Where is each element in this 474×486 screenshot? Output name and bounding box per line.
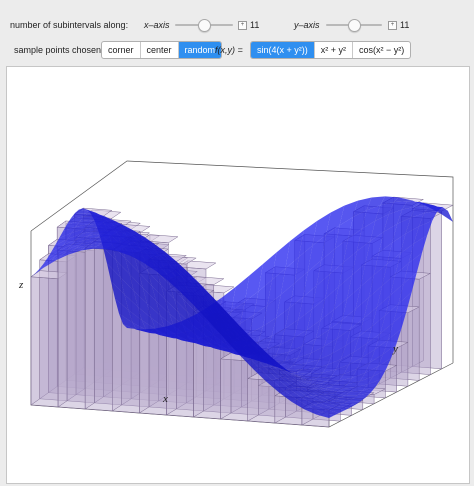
function-option-2[interactable]: cos(x² − y²) <box>353 42 410 58</box>
function-label: f(x,y) = <box>215 45 243 55</box>
x-expand-icon[interactable]: + <box>238 21 247 30</box>
y-axis-label: y–axis <box>294 20 320 30</box>
box-side-face <box>84 241 95 410</box>
box-side-face <box>30 270 40 406</box>
box-side-face <box>247 372 259 422</box>
sample-option-1[interactable]: center <box>141 42 179 58</box>
function-option-1[interactable]: x² + y² <box>315 42 354 58</box>
function-selector[interactable]: sin(4(x + y²)) x² + y² cos(x² − y²) <box>250 41 412 59</box>
sample-points-label: sample points chosen <box>14 45 102 55</box>
riemann-sum-3d-plot[interactable] <box>7 67 469 483</box>
subintervals-row: number of subintervals along: x–axis + 1… <box>0 16 474 36</box>
sample-option-0[interactable]: corner <box>102 42 141 58</box>
function-option-0[interactable]: sin(4(x + y²)) <box>251 42 315 58</box>
x-slider-knob[interactable] <box>198 19 211 32</box>
y-axis-title: y <box>393 343 398 355</box>
x-axis-title: x <box>163 393 168 405</box>
y-expand-icon[interactable]: + <box>388 21 397 30</box>
x-value: 11 <box>250 20 260 30</box>
plot-panel: x y z <box>6 66 470 484</box>
subintervals-label: number of subintervals along: <box>10 20 129 30</box>
y-subintervals-slider[interactable] <box>326 19 382 32</box>
sample-points-selector[interactable]: corner center random <box>101 41 223 59</box>
x-axis-label: x–axis <box>144 20 170 30</box>
z-axis-title: z <box>19 279 24 291</box>
box-side-face <box>57 243 68 408</box>
x-subintervals-slider[interactable] <box>175 19 233 32</box>
options-row: sample points chosen corner center random … <box>0 41 474 62</box>
y-value: 11 <box>400 20 410 30</box>
y-slider-knob[interactable] <box>348 19 361 32</box>
box-side-face <box>220 352 232 420</box>
